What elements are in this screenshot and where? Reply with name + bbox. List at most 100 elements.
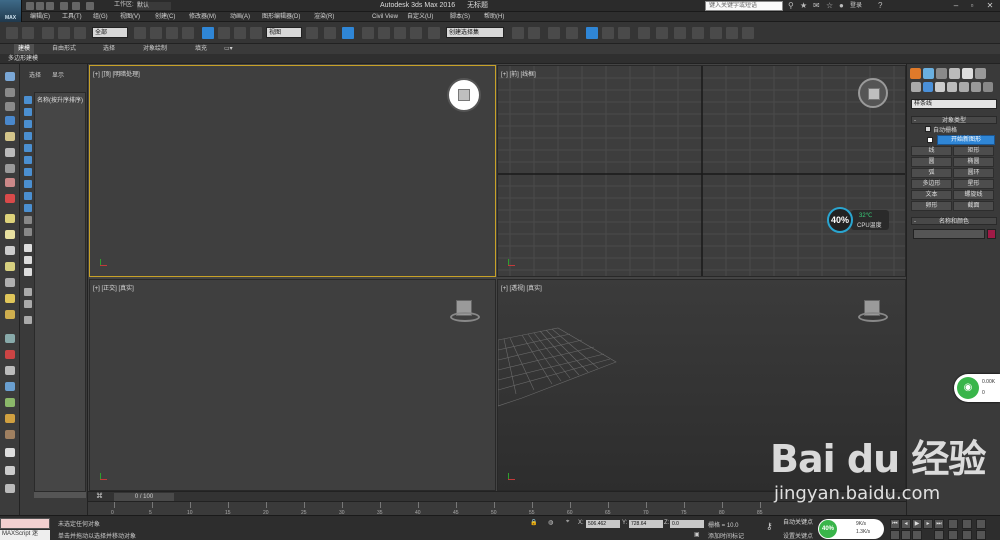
create-box-icon[interactable] [5,88,15,97]
spacewarps-icon[interactable] [971,82,981,92]
save-file-icon[interactable] [46,2,54,10]
spinner-snap-icon[interactable] [410,27,422,39]
vegetation-icon[interactable] [5,398,15,407]
filter-hidden-icon[interactable] [24,228,32,236]
window-crossing-icon[interactable] [182,27,194,39]
viewcube[interactable] [858,78,888,108]
tab-display[interactable]: 显示 [52,70,64,79]
menu-create[interactable]: 创建(C) [155,12,175,22]
binoculars-icon[interactable]: ⚲ [788,2,796,10]
name-and-color-rollout[interactable]: - 名称和颜色 [911,217,997,225]
circle-button[interactable]: 圆 [911,157,952,167]
maximize-viewport-icon[interactable] [976,530,986,540]
network-speed-widget[interactable]: 40% 9K/s 1.3K/s [818,519,884,539]
sync-selection-icon[interactable] [24,288,32,296]
filter-cameras-icon[interactable] [24,132,32,140]
align-icon[interactable] [528,27,540,39]
filter-shapes-icon[interactable] [24,108,32,116]
viewcube[interactable] [447,78,481,112]
biped-icon[interactable] [5,366,15,375]
a360-gallery-icon[interactable] [742,27,754,39]
create-spacewarp-icon[interactable] [5,178,15,187]
project-folder-icon[interactable] [86,2,94,10]
render-cloud-icon[interactable] [726,27,738,39]
scene-object-list[interactable]: 名称(按升序排序) [34,92,86,492]
ellipse-button[interactable]: 椭圆 [953,157,994,167]
z-coordinate-field[interactable]: 0.0 [670,520,704,528]
viewcube-face[interactable] [458,89,470,101]
auto-key-button[interactable]: 自动关键点 [783,518,823,528]
menu-customize[interactable]: 自定义(U) [407,12,433,22]
grid-icon[interactable] [5,334,15,343]
viewport-front[interactable]: [+] [前] [线框] [497,65,906,277]
angle-snap-icon[interactable] [378,27,390,39]
maxscript-listener-label[interactable]: MAXScript 迷 [0,530,50,540]
field-of-view-icon[interactable] [934,530,944,540]
x-coordinate-field[interactable]: 506.462 [586,520,620,528]
search-icon[interactable] [24,316,32,324]
time-slider[interactable]: 0 / 100 [114,493,174,501]
curve-editor-icon[interactable] [586,27,598,39]
geometry-icon[interactable] [911,82,921,92]
world-icon[interactable] [5,382,15,391]
orbit-icon[interactable] [962,530,972,540]
redo-icon[interactable] [22,27,34,39]
keyboard-shortcut-override-icon[interactable] [342,27,354,39]
filter-groups-icon[interactable] [24,168,32,176]
scene-explorer-scrollbar[interactable] [34,492,86,498]
filter-frozen-icon[interactable] [24,216,32,224]
next-frame-icon[interactable]: ▸ [923,519,933,529]
section-button[interactable]: 截面 [953,201,994,211]
donut-button[interactable]: 圆环 [953,168,994,178]
app-logo[interactable]: MAX [0,0,22,22]
object-name-field[interactable] [913,229,985,239]
create-light-icon[interactable] [5,132,15,141]
percent-snap-icon[interactable] [394,27,406,39]
sphere-icon[interactable] [5,246,15,255]
selection-filter-dropdown[interactable]: 全部 [92,27,128,38]
tab-select[interactable]: 选择 [29,70,41,79]
mini-curve-editor-icon[interactable]: ⌘ [96,492,103,500]
sun-icon[interactable] [5,294,15,303]
select-and-scale-icon[interactable] [234,27,246,39]
ribbon-panel-label[interactable]: 多边形建模 [8,54,38,64]
name-column-header[interactable]: 名称(按升序排序) [37,95,83,104]
zoom-icon[interactable] [890,530,900,540]
undo-icon[interactable] [6,27,18,39]
cube-icon[interactable] [5,466,15,475]
menu-rendering[interactable]: 渲染(R) [314,12,334,22]
go-to-start-icon[interactable]: ⏮ [890,519,900,529]
menu-tools[interactable]: 工具(T) [62,12,82,22]
schematic-view-icon[interactable] [602,27,614,39]
y-coordinate-field[interactable]: 728.64 [629,520,663,528]
create-systems-icon[interactable] [5,194,15,203]
network-widget[interactable]: ◉ 0.00K 0 [954,374,1000,402]
go-to-end-icon[interactable]: ⏭ [934,519,944,529]
modify-tab-icon[interactable] [923,68,934,79]
filter-helpers-icon[interactable] [24,144,32,152]
motion-tab-icon[interactable] [949,68,960,79]
new-file-icon[interactable] [26,2,34,10]
viewcube[interactable] [858,298,888,328]
help-icon[interactable]: ? [878,2,886,10]
star-button[interactable]: 星形 [953,179,994,189]
add-time-tag-icon[interactable]: ▣ [694,531,700,538]
filter-bones-icon[interactable] [24,192,32,200]
lock-cell-editing-icon[interactable] [24,300,32,308]
minimize-button[interactable]: – [950,0,962,12]
viewport-front-label[interactable]: [+] [前] [线框] [501,69,536,78]
helpers-icon[interactable] [959,82,969,92]
object-type-rollout[interactable]: - 对象类型 [911,116,997,124]
torus-icon[interactable] [5,262,15,271]
line-button[interactable]: 线 [911,146,952,156]
viewcube-ring[interactable] [450,312,480,322]
auto-grid-checkbox[interactable] [925,126,931,132]
menu-graph-editors[interactable]: 图形编辑器(D) [262,12,300,22]
mirror-icon[interactable] [512,27,524,39]
maxscript-listener-input[interactable] [0,518,50,529]
helix-button[interactable]: 螺旋线 [953,190,994,200]
select-and-rotate-icon[interactable] [218,27,230,39]
create-tab-icon[interactable] [910,68,921,79]
menu-modifiers[interactable]: 修改器(M) [189,12,216,22]
terrain-icon[interactable] [5,430,15,439]
